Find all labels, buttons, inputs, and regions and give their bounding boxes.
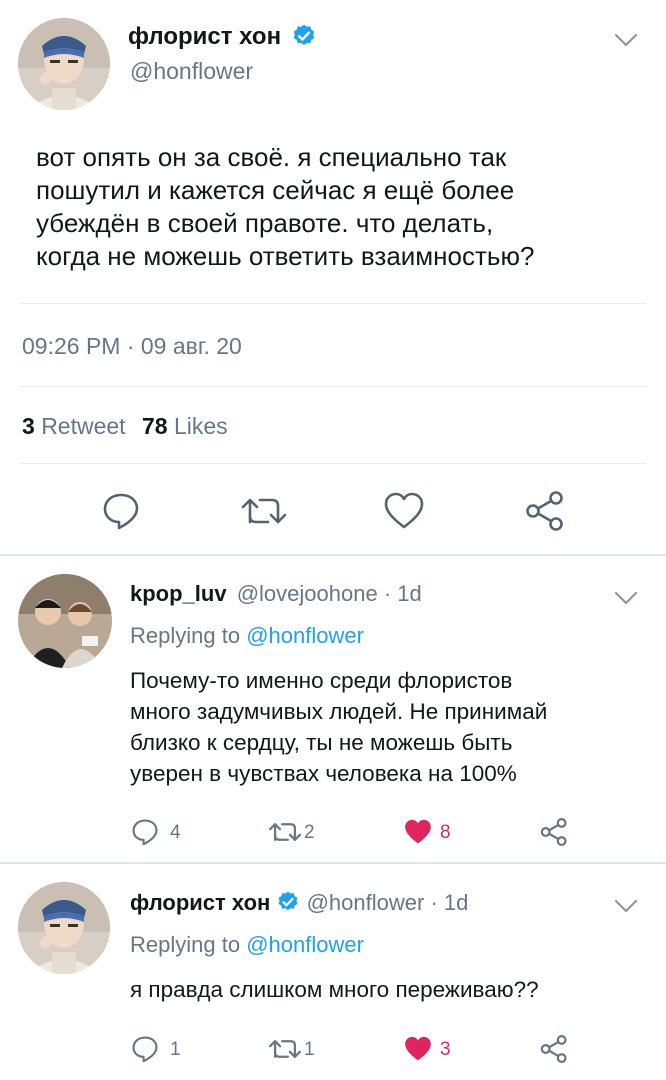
avatar[interactable] xyxy=(18,18,110,110)
share-icon[interactable] xyxy=(538,816,570,848)
divider xyxy=(0,862,666,864)
verified-icon xyxy=(293,24,315,45)
likes-stat[interactable]: 78 Likes xyxy=(142,413,228,439)
tweet-text-line: когда не можешь ответить взаимностью? xyxy=(36,241,535,271)
retweet-stat[interactable]: 3 Retweet xyxy=(22,413,132,439)
like-icon[interactable] xyxy=(402,817,434,847)
retweet-count: 2 xyxy=(304,822,315,843)
likes-label: Likes xyxy=(173,413,228,439)
tweet-text: вот опять он за своё. я специально так п… xyxy=(36,141,636,273)
replying-to-handle[interactable]: @honflower xyxy=(246,623,364,648)
handle[interactable]: @lovejoohone xyxy=(237,581,378,606)
reply-text-line: я правда слишком много переживаю?? xyxy=(130,977,539,1002)
chevron-down-icon[interactable] xyxy=(612,30,640,50)
reply-text-line: Почему-то именно среди флористов xyxy=(130,668,513,693)
retweet-count: 3 xyxy=(22,413,35,439)
display-name[interactable]: флорист хон xyxy=(130,890,270,915)
divider xyxy=(20,386,646,387)
handle[interactable]: @honflower xyxy=(130,56,253,86)
tweet-text-line: убеждён в своей правоте. что делать, xyxy=(36,208,494,238)
avatar[interactable] xyxy=(18,882,110,974)
share-icon[interactable] xyxy=(522,489,568,533)
reply-icon[interactable] xyxy=(130,817,160,847)
reply-icon[interactable] xyxy=(100,490,142,532)
replying-to-label: Replying to xyxy=(130,623,241,648)
replying-to-label: Replying to xyxy=(130,932,241,957)
reply-text-line: близко к сердцу, ты не можешь быть xyxy=(130,730,513,755)
handle[interactable]: @honflower xyxy=(307,890,425,915)
like-icon[interactable] xyxy=(402,1034,434,1064)
share-icon[interactable] xyxy=(538,1033,570,1065)
reply-text-line: много задумчивых людей. Не принимай xyxy=(130,699,548,724)
display-name[interactable]: kpop_luv xyxy=(130,581,227,606)
reply-icon[interactable] xyxy=(130,1034,160,1064)
reply-count: 1 xyxy=(170,1039,181,1060)
chevron-down-icon[interactable] xyxy=(612,896,640,916)
tweet-text-line: вот опять он за своё. я специально так xyxy=(36,142,507,172)
likes-count: 78 xyxy=(141,413,168,439)
display-name[interactable]: флорист хон xyxy=(128,23,281,50)
divider xyxy=(20,463,646,464)
tweet-timestamp[interactable]: 09:26 PM · 09 авг. 20 xyxy=(22,331,242,361)
retweet-icon[interactable] xyxy=(268,818,302,846)
chevron-down-icon[interactable] xyxy=(612,588,640,608)
tweet-text-line: пошутил и кажется сейчас я ещё более xyxy=(36,175,515,205)
replying-to-handle[interactable]: @honflower xyxy=(246,932,364,957)
like-count: 3 xyxy=(440,1039,451,1060)
reply-text: Почему-то именно среди флористов много з… xyxy=(130,665,650,789)
divider xyxy=(20,303,646,304)
retweet-icon[interactable] xyxy=(240,492,288,530)
like-count: 8 xyxy=(440,822,451,843)
reply-text: я правда слишком много переживаю?? xyxy=(130,974,650,1005)
avatar[interactable] xyxy=(18,574,112,668)
reply-time[interactable]: · 1d xyxy=(384,581,422,606)
retweet-count: 1 xyxy=(304,1039,315,1060)
reply-time[interactable]: · 1d xyxy=(430,890,468,915)
reply-count: 4 xyxy=(170,822,181,843)
verified-icon xyxy=(278,891,298,911)
retweet-label: Retweet xyxy=(41,413,126,439)
like-icon[interactable] xyxy=(382,490,426,532)
divider xyxy=(0,554,666,556)
reply-text-line: уверен в чувствах человека на 100% xyxy=(130,761,517,786)
retweet-icon[interactable] xyxy=(268,1035,302,1063)
engagement-stats: 3 Retweet 78 Likes xyxy=(22,411,228,441)
